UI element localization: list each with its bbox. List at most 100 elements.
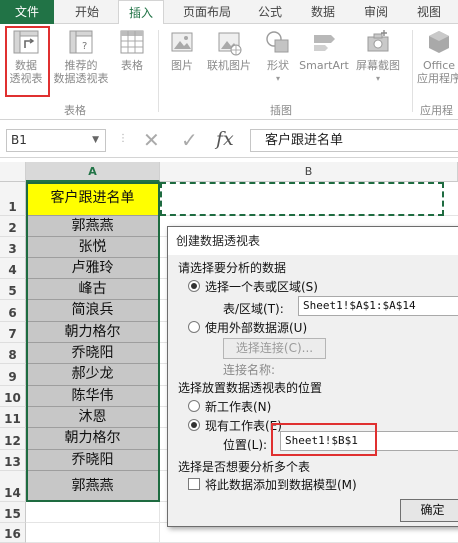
- copy-marquee-b1: [160, 182, 444, 216]
- group-label-tables: 表格: [64, 104, 86, 117]
- tab-view[interactable]: 视图: [406, 0, 452, 24]
- office-apps-icon: [429, 31, 449, 53]
- table-cell[interactable]: 郭燕燕: [26, 216, 160, 237]
- table-icon: [120, 30, 144, 54]
- screenshot-button[interactable]: 屏幕截图 ▾: [350, 28, 406, 85]
- insert-function-icon[interactable]: fx: [216, 128, 234, 150]
- table-cell[interactable]: 乔晓阳: [26, 450, 160, 471]
- cell-a1-title[interactable]: 客户跟进名单: [26, 182, 160, 216]
- table-cell[interactable]: 陈华伟: [26, 386, 160, 407]
- online-picture-label: 联机图片: [207, 59, 251, 72]
- row-header[interactable]: 6: [0, 300, 26, 322]
- column-header-b[interactable]: B: [160, 162, 458, 182]
- section-location: 选择放置数据透视表的位置: [178, 381, 323, 395]
- row-header[interactable]: 7: [0, 322, 26, 343]
- location-highlight: [271, 423, 377, 456]
- tab-page-layout[interactable]: 页面布局: [170, 0, 244, 24]
- ribbon-insert-panel: 数据 透视表 ? 推荐的 数据透视表 表格 表格 图片 联机图片 形状 ▾ Sm…: [0, 24, 458, 120]
- recommended-pivot-icon: ?: [69, 30, 93, 54]
- radio-new-sheet[interactable]: [188, 400, 200, 412]
- row-header[interactable]: 1: [0, 182, 26, 216]
- group-separator: [158, 30, 159, 112]
- row-header[interactable]: 8: [0, 343, 26, 364]
- select-all-corner[interactable]: [0, 162, 26, 182]
- smartart-button[interactable]: SmartArt: [298, 28, 350, 72]
- formula-input[interactable]: 客户跟进名单: [250, 129, 458, 152]
- tab-file[interactable]: 文件: [0, 0, 54, 24]
- group-label-apps: 应用程: [420, 104, 453, 117]
- row-header[interactable]: 14: [0, 471, 26, 502]
- table-label: 表格: [121, 59, 143, 72]
- table-cell[interactable]: 郝少龙: [26, 364, 160, 386]
- recommended-pivot-label-2: 数据透视表: [53, 72, 109, 85]
- confirm-entry-icon[interactable]: ✓: [181, 128, 198, 152]
- radio-external-source-label[interactable]: 使用外部数据源(U): [205, 319, 307, 336]
- data-model-checkbox-label[interactable]: 将此数据添加到数据模型(M): [205, 476, 357, 493]
- radio-select-range[interactable]: [188, 280, 200, 292]
- table-cell[interactable]: 郭燕燕: [26, 471, 160, 502]
- tab-formulas[interactable]: 公式: [248, 0, 292, 24]
- table-cell[interactable]: 朝力格尔: [26, 322, 160, 343]
- section-choose-data: 请选择要分析的数据: [178, 261, 287, 275]
- group-label-illustrations: 插图: [270, 104, 292, 117]
- table-button[interactable]: 表格: [114, 28, 150, 72]
- row-header[interactable]: 11: [0, 407, 26, 428]
- table-range-input[interactable]: Sheet1!$A$1:$A$14: [298, 296, 458, 316]
- radio-new-sheet-label[interactable]: 新工作表(N): [205, 398, 271, 415]
- office-apps-label-2: 应用程序: [417, 72, 458, 85]
- screenshot-label: 屏幕截图: [356, 59, 400, 72]
- online-picture-button[interactable]: 联机图片: [204, 28, 254, 72]
- table-cell-empty[interactable]: [26, 523, 160, 543]
- recommended-pivot-label-1: 推荐的: [64, 59, 98, 72]
- ribbon-tab-bar: 文件 开始 插入 页面布局 公式 数据 审阅 视图: [0, 0, 458, 25]
- recommended-pivot-button[interactable]: ? 推荐的 数据透视表: [50, 28, 112, 85]
- group-separator-2: [412, 30, 413, 112]
- smartart-icon: [314, 35, 335, 51]
- row-header[interactable]: 16: [0, 523, 26, 543]
- cancel-entry-icon[interactable]: ✕: [143, 128, 160, 152]
- radio-select-range-label[interactable]: 选择一个表或区域(S): [205, 278, 318, 295]
- table-cell[interactable]: 张悦: [26, 237, 160, 258]
- ok-button[interactable]: 确定: [400, 499, 458, 522]
- choose-connection-button[interactable]: 选择连接(C)...: [223, 338, 326, 359]
- name-box-value: B1: [11, 133, 27, 147]
- tab-data[interactable]: 数据: [300, 0, 346, 24]
- picture-button[interactable]: 图片: [162, 28, 202, 72]
- table-cell[interactable]: 卢雅玲: [26, 258, 160, 279]
- shapes-button[interactable]: 形状 ▾: [258, 28, 298, 85]
- row-header[interactable]: 9: [0, 364, 26, 386]
- table-cell[interactable]: 朝力格尔: [26, 428, 160, 450]
- name-box[interactable]: B1 ▼: [6, 129, 106, 152]
- shapes-dropdown-icon: ▾: [275, 74, 280, 83]
- radio-existing-sheet[interactable]: [188, 419, 200, 431]
- picture-label: 图片: [171, 59, 193, 72]
- tab-insert[interactable]: 插入: [118, 0, 164, 25]
- radio-external-source[interactable]: [188, 321, 200, 333]
- row-header[interactable]: 15: [0, 502, 26, 523]
- screenshot-icon: [367, 30, 389, 52]
- smartart-label: SmartArt: [299, 59, 349, 72]
- dialog-title[interactable]: 创建数据透视表: [168, 227, 458, 255]
- table-cell[interactable]: 沐恩: [26, 407, 160, 428]
- row-header[interactable]: 13: [0, 450, 26, 471]
- table-range-label: 表/区域(T):: [223, 302, 284, 316]
- shapes-label: 形状: [267, 59, 289, 72]
- tab-review[interactable]: 审阅: [353, 0, 399, 24]
- table-cell[interactable]: 峰古: [26, 279, 160, 300]
- row-header[interactable]: 5: [0, 279, 26, 300]
- table-cell[interactable]: 乔晓阳: [26, 343, 160, 364]
- row-header[interactable]: 10: [0, 386, 26, 407]
- data-model-checkbox[interactable]: [188, 478, 200, 490]
- row-header[interactable]: 12: [0, 428, 26, 450]
- name-box-dropdown-icon[interactable]: ▼: [92, 130, 99, 151]
- row-header[interactable]: 4: [0, 258, 26, 279]
- tab-home[interactable]: 开始: [60, 0, 114, 24]
- office-apps-button[interactable]: Office 应用程序: [414, 28, 458, 85]
- screenshot-dropdown-icon: ▾: [375, 74, 380, 83]
- column-header-a[interactable]: A: [26, 162, 160, 182]
- pivot-table-highlight: [5, 26, 50, 97]
- row-header[interactable]: 2: [0, 216, 26, 237]
- row-header[interactable]: 3: [0, 237, 26, 258]
- table-cell[interactable]: 简浪兵: [26, 300, 160, 322]
- table-cell-empty[interactable]: [26, 502, 160, 523]
